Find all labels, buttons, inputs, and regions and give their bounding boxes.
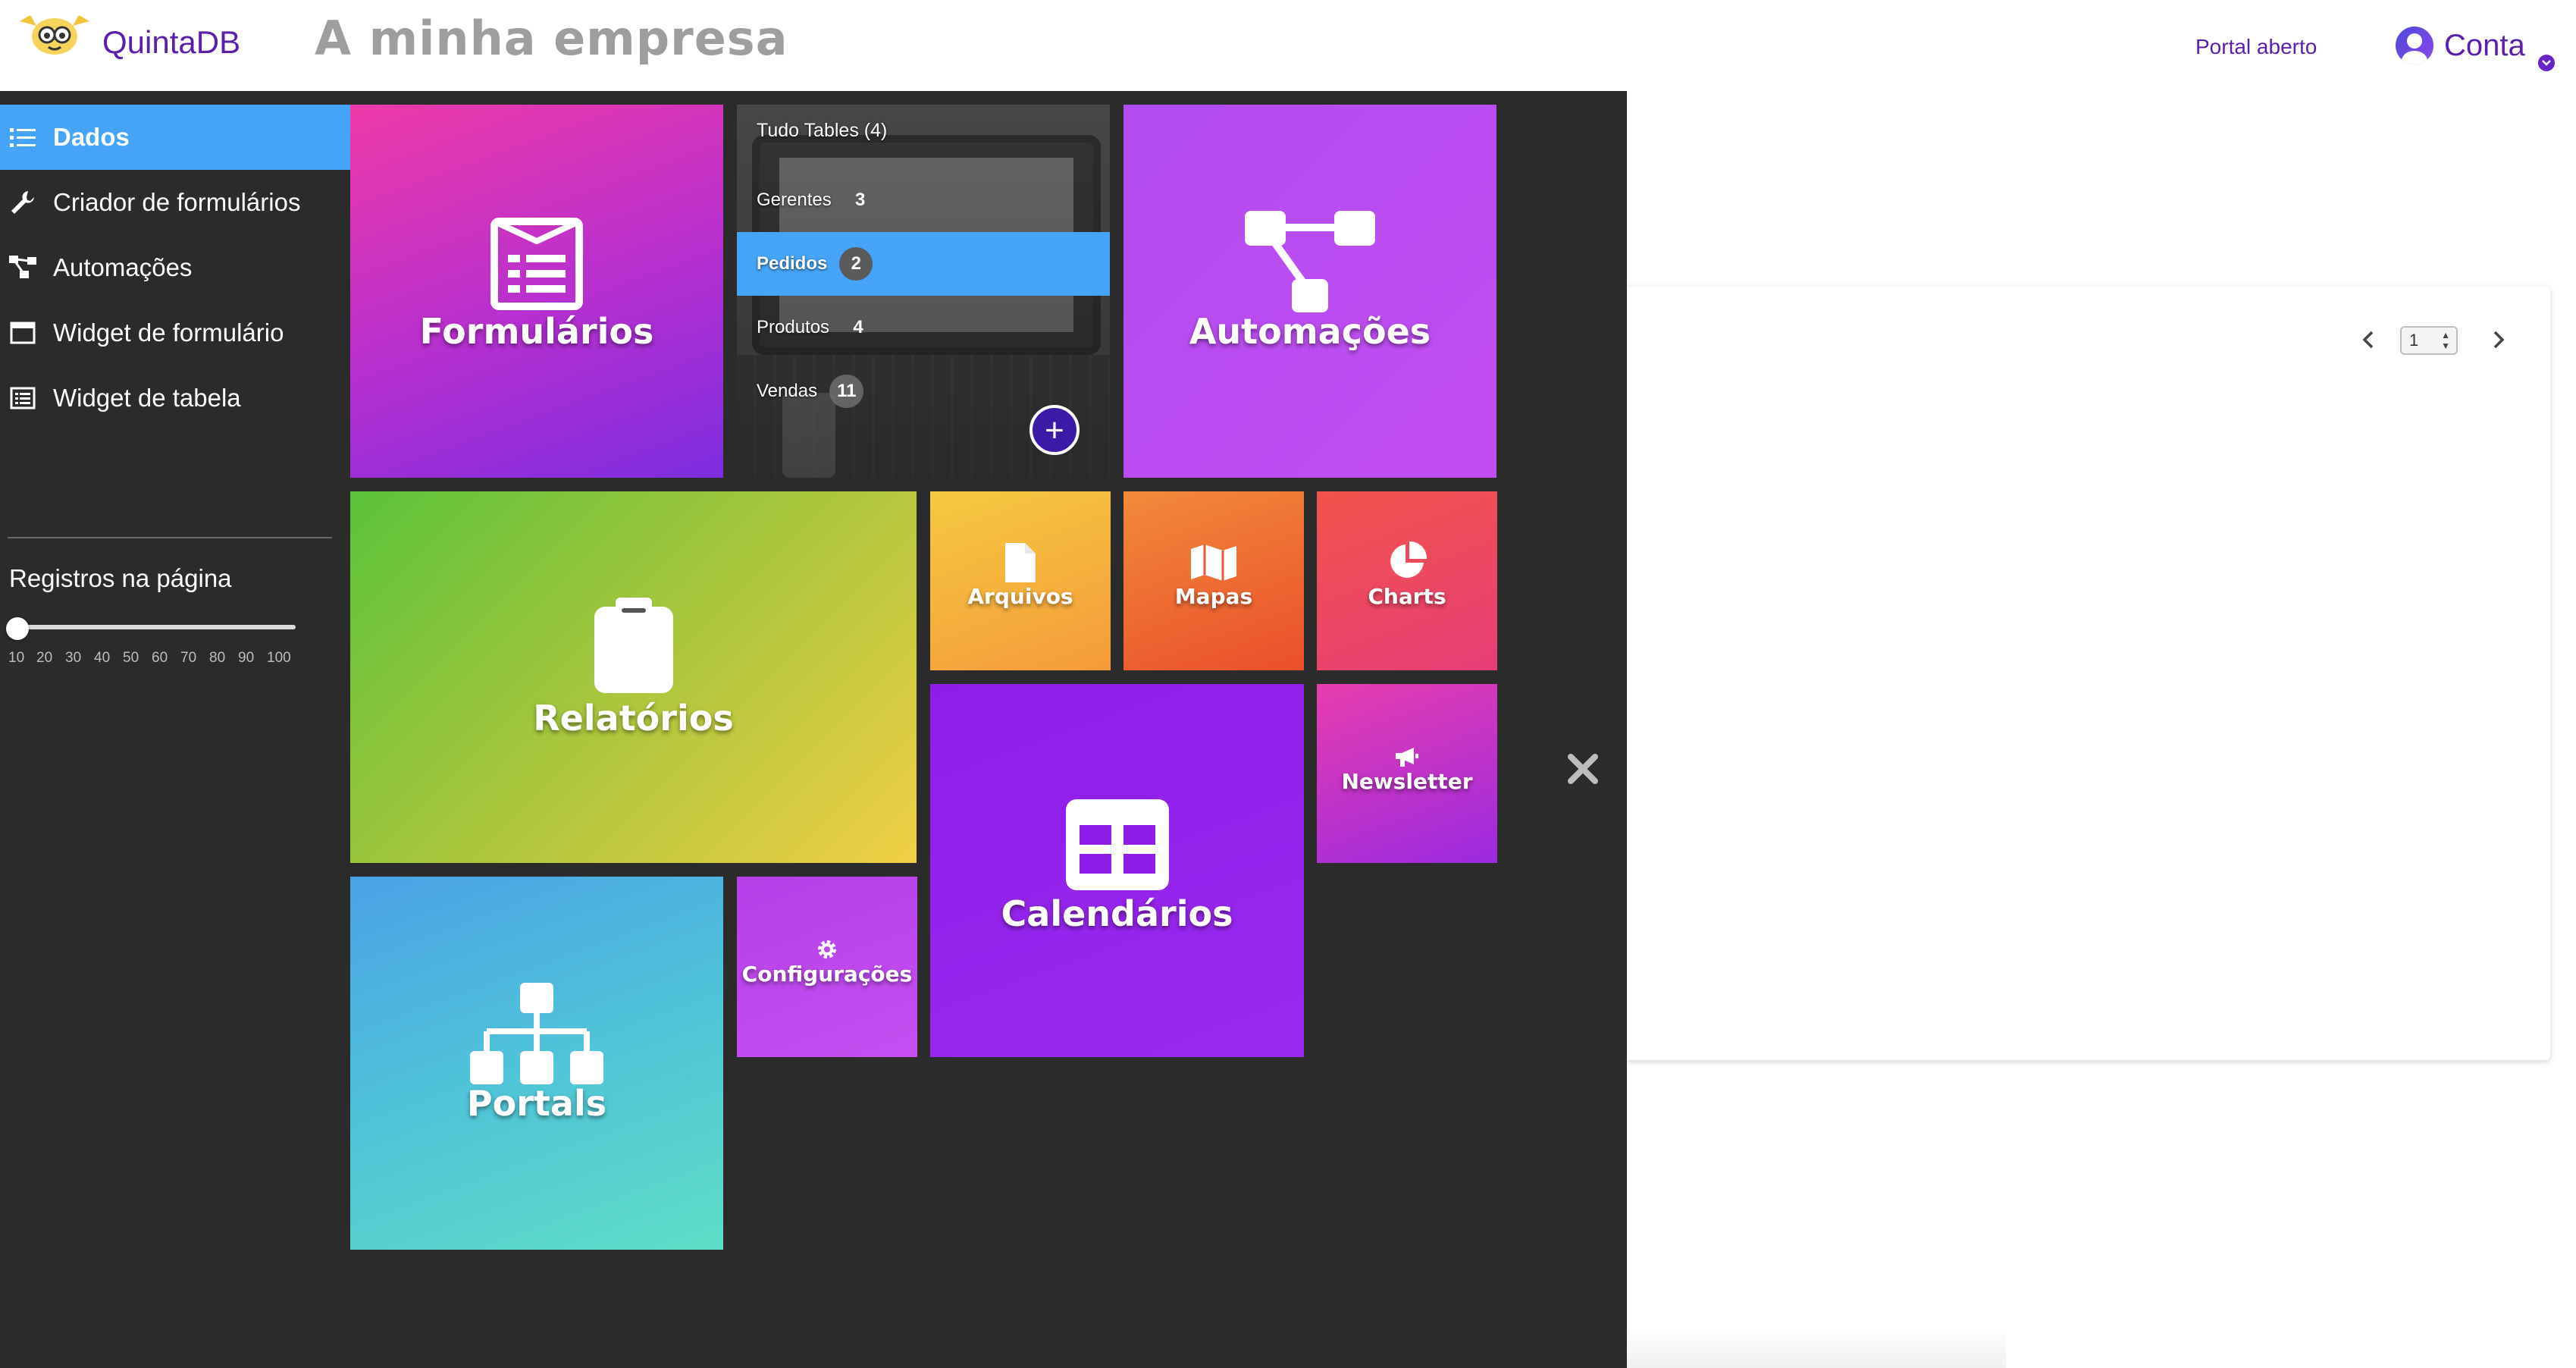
open-portal-link[interactable]: Portal aberto — [2195, 35, 2317, 59]
account-label: Conta — [2444, 28, 2525, 62]
slider-tick: 80 — [209, 650, 226, 666]
table-count-badge: 11 — [829, 375, 864, 408]
slider-tick: 40 — [94, 650, 111, 666]
page-select-value: 1 — [2409, 331, 2419, 350]
table-count-badge: 3 — [855, 190, 866, 210]
table-item-pedidos[interactable]: Pedidos 2 — [737, 232, 1110, 296]
files-tile-label: Arquivos — [967, 584, 1073, 609]
files-tile[interactable]: Arquivos — [930, 491, 1111, 670]
sidebar-item-dados[interactable]: Dados — [0, 105, 350, 170]
table-item-name: Gerentes — [757, 190, 832, 210]
sidebar-item-form-widget[interactable]: Widget de formulário — [0, 300, 350, 366]
sidebar-item-label: Widget de tabela — [53, 384, 241, 412]
select-arrows-icon: ▲ ▼ — [2441, 330, 2450, 351]
close-menu-button[interactable] — [1566, 752, 1600, 786]
newsletter-tile[interactable]: Newsletter — [1317, 684, 1497, 863]
form-icon — [490, 218, 583, 310]
sidebar-item-automations[interactable]: Automações — [0, 235, 350, 300]
list-icon — [9, 124, 36, 151]
sidebar-item-label: Dados — [53, 123, 130, 151]
portals-tile-label: Portals — [466, 1083, 607, 1124]
automation-flow-icon — [1245, 211, 1375, 312]
sitemap-icon — [470, 983, 603, 1084]
maps-tile[interactable]: Mapas — [1123, 491, 1304, 670]
slider-tick: 60 — [152, 650, 168, 666]
table-count-badge: 4 — [853, 317, 863, 337]
megaphone-icon — [1396, 748, 1418, 767]
add-table-button[interactable]: + — [1029, 405, 1080, 455]
automation-icon — [9, 254, 36, 281]
charts-tile-label: Charts — [1368, 584, 1446, 609]
records-slider-handle[interactable] — [6, 617, 29, 640]
footer-shadow — [1627, 1327, 2006, 1368]
records-slider-track[interactable] — [17, 625, 296, 629]
slider-tick: 100 — [267, 650, 291, 666]
sidebar-divider — [8, 537, 332, 538]
account-menu[interactable]: Conta — [2396, 27, 2525, 64]
table-item-produtos[interactable]: Produtos 4 — [737, 296, 1110, 359]
calendars-tile-label: Calendários — [1001, 893, 1233, 934]
chevron-right-icon — [2493, 331, 2505, 349]
newsletter-tile-label: Newsletter — [1341, 769, 1473, 794]
sidebar-item-label: Automações — [53, 253, 193, 281]
table-list-icon — [9, 384, 36, 412]
reports-tile[interactable]: Relatórios — [350, 491, 917, 863]
forms-tile-label: Formulários — [419, 311, 654, 352]
automations-tile-label: Automações — [1189, 311, 1431, 352]
slider-tick: 90 — [238, 650, 255, 666]
slider-tick: 70 — [180, 650, 197, 666]
window-icon — [9, 319, 36, 347]
sidebar-item-label: Widget de formulário — [53, 318, 284, 347]
pie-chart-icon — [1390, 541, 1427, 578]
slider-tick: 30 — [65, 650, 82, 666]
top-header: QuintaDB A minha empresa Portal aberto C… — [0, 0, 2576, 91]
gear-icon — [818, 940, 836, 959]
calendars-tile[interactable]: Calendários — [930, 684, 1304, 1057]
settings-tile-label: Configurações — [741, 962, 913, 987]
reports-tile-label: Relatórios — [533, 698, 734, 739]
page-select[interactable]: 1 ▲ ▼ — [2400, 326, 2458, 355]
records-card — [1627, 287, 2550, 1060]
sidebar-item-form-builder[interactable]: Criador de formulários — [0, 170, 350, 235]
wrench-icon — [9, 189, 36, 216]
tables-tile: Tudo Tables (4) Gerentes 3 Pedidos 2 Pro… — [737, 105, 1110, 478]
calendar-grid-icon — [1065, 799, 1169, 890]
previous-page-button[interactable] — [2353, 325, 2383, 355]
plus-icon: + — [1045, 412, 1064, 449]
slider-tick: 20 — [36, 650, 53, 666]
table-item-name: Produtos — [757, 317, 830, 337]
table-count-badge: 2 — [839, 247, 873, 281]
clipboard-icon — [594, 598, 673, 693]
slider-tick: 50 — [123, 650, 139, 666]
close-icon — [1568, 754, 1598, 784]
maps-tile-label: Mapas — [1174, 584, 1253, 609]
portals-tile[interactable]: Portals — [350, 877, 723, 1250]
company-title: A minha empresa — [315, 11, 788, 66]
forms-tile[interactable]: Formulários — [350, 105, 723, 478]
quintadb-logo[interactable] — [15, 11, 94, 59]
table-item-gerentes[interactable]: Gerentes 3 — [737, 168, 1110, 232]
map-icon — [1191, 544, 1236, 581]
settings-tile[interactable]: Configurações — [737, 877, 917, 1057]
next-page-button[interactable] — [2484, 325, 2514, 355]
charts-tile[interactable]: Charts — [1317, 491, 1497, 670]
records-per-page-title: Registros na página — [9, 564, 232, 592]
slider-tick: 10 — [8, 650, 25, 666]
chevron-left-icon — [2362, 331, 2374, 349]
table-item-name: Vendas — [757, 381, 818, 401]
all-tables-link[interactable]: Tudo Tables (4) — [757, 120, 887, 142]
user-avatar-icon — [2396, 27, 2433, 64]
automations-tile[interactable]: Automações — [1123, 105, 1496, 478]
sidebar-item-table-widget[interactable]: Widget de tabela — [0, 366, 350, 431]
chevron-down-icon[interactable] — [2538, 55, 2555, 71]
file-icon — [1005, 543, 1036, 582]
table-item-name: Pedidos — [757, 253, 828, 274]
sidebar-item-label: Criador de formulários — [53, 188, 301, 216]
brand-name[interactable]: QuintaDB — [102, 24, 240, 61]
